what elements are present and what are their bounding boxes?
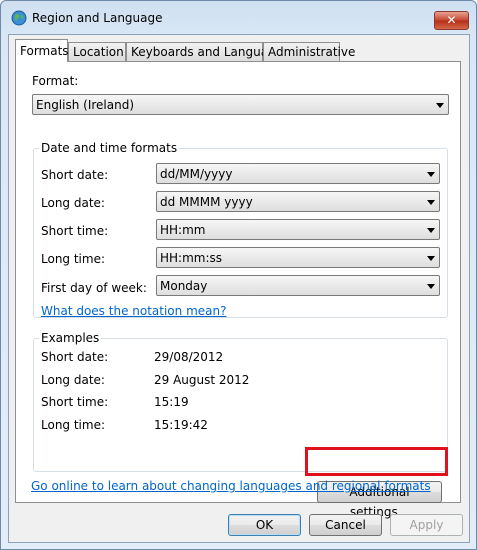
tab-administrative[interactable]: Administrative xyxy=(263,42,355,61)
short-time-value: HH:mm xyxy=(160,223,206,237)
date-time-group-title: Date and time formats xyxy=(39,141,180,155)
ok-button[interactable]: OK xyxy=(228,514,301,536)
format-label: Format: xyxy=(32,74,79,88)
online-help-link[interactable]: Go online to learn about changing langua… xyxy=(31,479,431,493)
long-date-dropdown[interactable]: dd MMMM yyyy xyxy=(156,191,440,212)
example-short-time-label: Short time: xyxy=(41,395,109,409)
close-icon: ✕ xyxy=(446,13,457,27)
short-time-label: Short time: xyxy=(41,224,109,238)
example-long-date-label: Long date: xyxy=(41,373,105,387)
first-day-label: First day of week: xyxy=(41,281,147,295)
format-dropdown[interactable]: English (Ireland) xyxy=(32,94,449,115)
first-day-value: Monday xyxy=(160,279,208,293)
example-short-date-value: 29/08/2012 xyxy=(154,350,224,364)
short-date-dropdown[interactable]: dd/MM/yyyy xyxy=(156,163,440,184)
dropdown-arrow-icon xyxy=(427,228,435,233)
title-bar[interactable]: Region and Language ✕ xyxy=(1,1,476,35)
examples-group-title: Examples xyxy=(39,331,102,345)
format-value: English (Ireland) xyxy=(36,98,135,112)
short-time-dropdown[interactable]: HH:mm xyxy=(156,219,440,240)
dropdown-arrow-icon xyxy=(436,103,444,108)
long-time-dropdown[interactable]: HH:mm:ss xyxy=(156,247,440,268)
example-long-time-value: 15:19:42 xyxy=(154,418,208,432)
example-short-date-label: Short date: xyxy=(41,350,109,364)
globe-icon xyxy=(11,10,27,26)
long-date-value: dd MMMM yyyy xyxy=(160,195,253,209)
example-long-date-value: 29 August 2012 xyxy=(154,373,250,387)
highlight-box xyxy=(305,447,448,476)
dropdown-arrow-icon xyxy=(427,200,435,205)
first-day-dropdown[interactable]: Monday xyxy=(156,275,440,296)
dropdown-arrow-icon xyxy=(427,172,435,177)
close-button[interactable]: ✕ xyxy=(434,11,469,30)
cancel-button[interactable]: Cancel xyxy=(309,514,382,536)
apply-button[interactable]: Apply xyxy=(390,514,463,536)
example-short-time-value: 15:19 xyxy=(154,395,189,409)
window-title: Region and Language xyxy=(32,11,163,25)
long-date-label: Long date: xyxy=(41,196,105,210)
notation-help-link[interactable]: What does the notation mean? xyxy=(41,304,226,318)
tab-location[interactable]: Location xyxy=(68,42,126,61)
tab-keyboards-and-languages[interactable]: Keyboards and Languages xyxy=(126,42,289,61)
formats-panel: Format: English (Ireland) Date and time … xyxy=(15,61,461,519)
dropdown-arrow-icon xyxy=(427,284,435,289)
long-time-label: Long time: xyxy=(41,252,106,266)
long-time-value: HH:mm:ss xyxy=(160,251,223,265)
short-date-value: dd/MM/yyyy xyxy=(160,167,233,181)
example-long-time-label: Long time: xyxy=(41,418,106,432)
dropdown-arrow-icon xyxy=(427,256,435,261)
short-date-label: Short date: xyxy=(41,168,109,182)
tab-formats[interactable]: Formats xyxy=(15,39,69,62)
